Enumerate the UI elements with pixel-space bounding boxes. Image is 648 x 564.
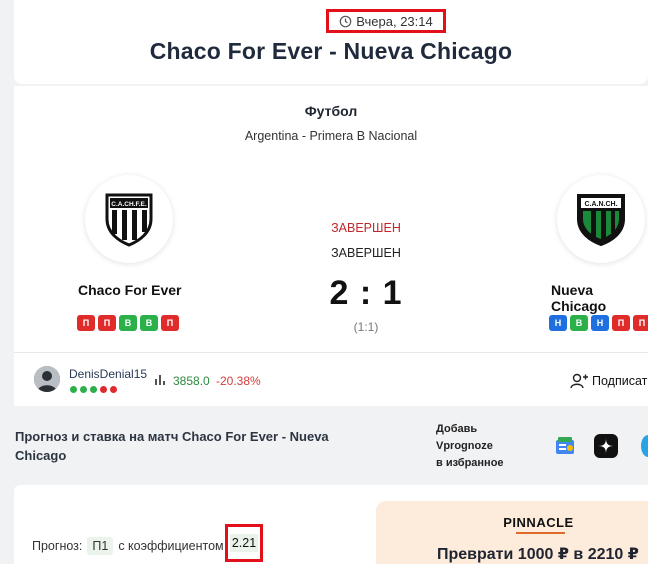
result-dot [80,386,87,393]
author-avatar[interactable] [34,366,60,392]
form-badge: П [98,315,116,331]
forecast-card: Прогноз: П1 с коэффициентом 2.21 PINNACL… [14,485,648,564]
result-dot [70,386,77,393]
result-dot [90,386,97,393]
form-badge: Н [549,315,567,331]
form-badge: Н [591,315,609,331]
author-name[interactable]: DenisDenial15 [69,367,147,381]
home-team-name[interactable]: Chaco For Ever [78,282,181,298]
add-user-icon [570,373,588,389]
subscribe-button[interactable]: Подписаться [570,373,648,389]
match-date: Вчера, 23:14 [356,13,433,29]
form-badge: П [633,315,648,331]
yandex-zen-icon[interactable] [593,433,619,459]
result-dot [100,386,107,393]
form-badge: П [77,315,95,331]
favorites-line: Добавь [436,423,478,435]
forecast-odds: 2.21 [229,534,259,552]
forecast-label: Прогноз: [32,539,83,553]
person-photo-icon [34,366,60,392]
form-badge: В [570,315,588,331]
match-header: Вчера, 23:14 Chaco For Ever - Nueva Chic… [14,0,648,84]
form-badge: П [612,315,630,331]
sport-label[interactable]: Футбол [14,103,648,119]
away-team-name[interactable]: Nueva Chicago [551,282,648,314]
author-rating: 3858.0 [173,374,210,388]
match-status-secondary: ЗАВЕРШЕН [331,246,401,260]
halftime-score: (1:1) [353,320,379,334]
bar-chart-icon [155,375,165,385]
favorites-line: в избранное [436,457,504,469]
away-team-form: Н В Н П П [549,315,648,331]
google-news-icon[interactable] [552,433,578,459]
chaco-crest-icon: C.A.CH.F.E. [105,193,153,247]
match-score: 2 : 1 [329,274,403,312]
home-team-form: П П В В П [77,315,179,331]
page-title: Chaco For Ever - Nueva Chicago [149,38,513,64]
add-to-favorites-text: Добавь Vprognoze в избранное [436,421,504,472]
forecast-section-title: Прогноз и ставка на матч Chaco For Ever … [15,429,329,463]
form-badge: П [161,315,179,331]
forecast-line: Прогноз: П1 с коэффициентом [32,537,224,555]
home-team-logo[interactable]: C.A.CH.F.E. [85,175,173,263]
forecast-odds-label: с коэффициентом [118,539,224,553]
page: Вчера, 23:14 Chaco For Ever - Nueva Chic… [0,0,648,564]
away-team-logo[interactable]: C.A.N.CH. [557,175,645,263]
telegram-icon[interactable] [641,435,648,457]
clock-icon [339,15,352,27]
author-roi: -20.38% [216,374,261,388]
bookmaker-promo[interactable]: PINNACLE Преврати 1000 ₽ в 2210 ₽ [376,501,648,564]
away-logo-text: C.A.N.CH. [584,201,617,208]
divider [14,352,648,353]
forecast-pick: П1 [87,537,114,555]
result-dot [110,386,117,393]
match-card: Футбол Argentina - Primera B Nacional C.… [14,86,648,406]
favorites-line: Vprognoze [436,440,493,452]
home-logo-text: C.A.CH.F.E. [111,201,147,208]
form-badge: В [119,315,137,331]
bookmaker-logo: PINNACLE [503,515,574,530]
author-recent-results [70,386,117,393]
form-badge: В [140,315,158,331]
league-label[interactable]: Argentina - Primera B Nacional [14,129,648,143]
brand-underline [516,532,565,534]
promo-text: Преврати 1000 ₽ в 2210 ₽ [437,546,639,563]
forecast-odds-highlight: 2.21 [225,524,263,562]
match-date-box: Вчера, 23:14 [326,9,446,33]
match-status: ЗАВЕРШЕН [331,221,401,235]
nueva-chicago-crest-icon: C.A.N.CH. [577,194,625,247]
subscribe-label: Подписаться [592,374,648,388]
